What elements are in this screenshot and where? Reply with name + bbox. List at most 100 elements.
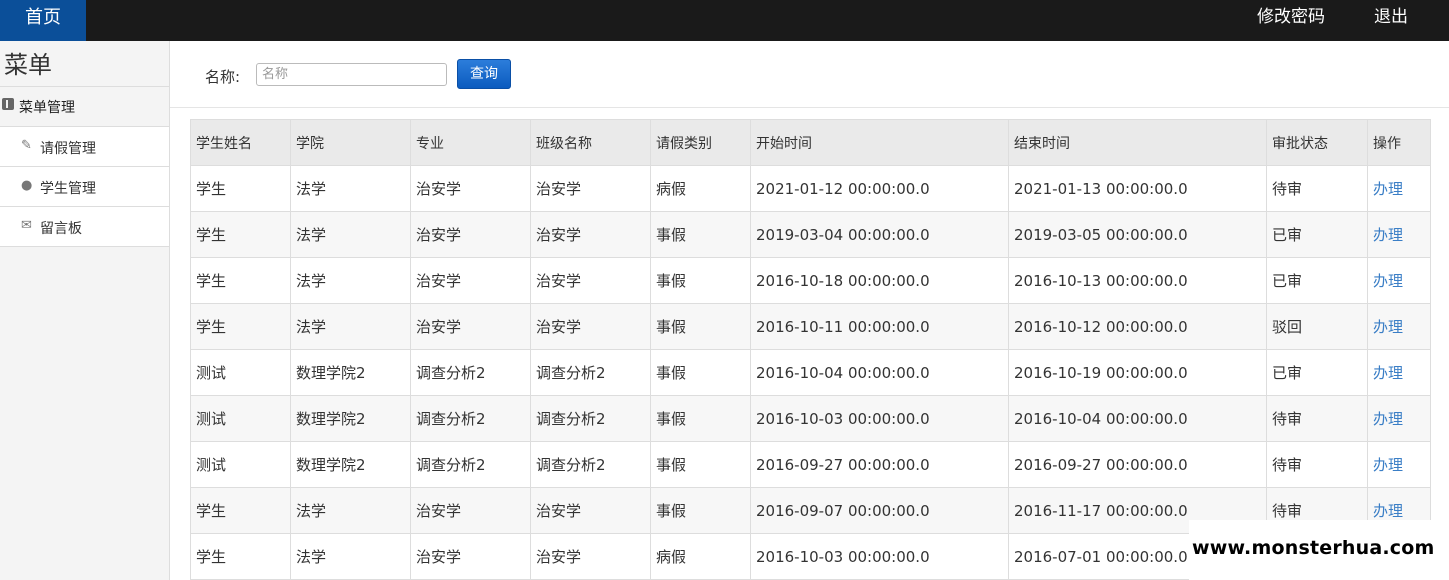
table-cell: 学生	[190, 211, 291, 258]
table-cell: 法学	[290, 165, 411, 212]
envelope-icon: ✉	[21, 218, 32, 233]
table-cell: 已审	[1266, 257, 1368, 304]
table-cell: 治安学	[410, 533, 531, 580]
table-cell: 数理学院2	[290, 441, 411, 488]
table-cell: 事假	[650, 349, 751, 396]
table-cell: 调查分析2	[530, 441, 651, 488]
table-cell: 病假	[650, 533, 751, 580]
table-cell: 调查分析2	[410, 441, 531, 488]
table-cell: 驳回	[1266, 303, 1368, 350]
table-cell: 调查分析2	[410, 395, 531, 442]
column-header[interactable]: 班级名称	[530, 119, 651, 166]
column-header[interactable]: 开始时间	[750, 119, 1009, 166]
sidebar-item-leave-management[interactable]: ✎ 请假管理	[0, 127, 169, 167]
table-cell: 已审	[1266, 349, 1368, 396]
sidebar-item-label: 请假管理	[40, 141, 96, 157]
column-header[interactable]: 结束时间	[1008, 119, 1267, 166]
column-header[interactable]: 学生姓名	[190, 119, 291, 166]
table-cell: 治安学	[410, 211, 531, 258]
menu-group-header[interactable]: 菜单管理	[0, 87, 169, 127]
search-input[interactable]	[256, 63, 447, 86]
sidebar-title: 菜单	[4, 51, 52, 79]
table-cell: 2016-10-19 00:00:00.0	[1008, 349, 1267, 396]
table-cell: 测试	[190, 349, 291, 396]
table-cell: 治安学	[410, 303, 531, 350]
table-cell: 学生	[190, 303, 291, 350]
table-cell: 调查分析2	[410, 349, 531, 396]
table-cell: 事假	[650, 487, 751, 534]
table-cell: 数理学院2	[290, 395, 411, 442]
column-header[interactable]: 学院	[290, 119, 411, 166]
table-cell: 事假	[650, 211, 751, 258]
table-cell: 法学	[290, 211, 411, 258]
table-cell: 事假	[650, 395, 751, 442]
table-row: 测试 数理学院2 调查分析2 调查分析2 事假 2016-10-03 00:00:00.0…	[190, 395, 1431, 442]
table-cell: 法学	[290, 533, 411, 580]
home-tab[interactable]: 首页	[0, 0, 86, 41]
action-link[interactable]: 办理	[1367, 211, 1431, 258]
action-link[interactable]: 办理	[1367, 349, 1431, 396]
table-cell: 学生	[190, 487, 291, 534]
table-cell: 测试	[190, 441, 291, 488]
action-link[interactable]: 办理	[1367, 303, 1431, 350]
sidebar-item-student-management[interactable]: ● 学生管理	[0, 167, 169, 207]
divider	[170, 107, 1449, 108]
table-cell: 学生	[190, 257, 291, 304]
table-header-row: 学生姓名 学院 专业 班级名称 请假类别 开始时间 结束时间 审批状态 操作	[190, 119, 1431, 166]
table-row: 测试 数理学院2 调查分析2 调查分析2 事假 2016-10-04 00:00:00.0…	[190, 349, 1431, 396]
table-cell: 2016-10-13 00:00:00.0	[1008, 257, 1267, 304]
table-cell: 2016-10-03 00:00:00.0	[750, 395, 1009, 442]
sidebar-item-message-board[interactable]: ✉ 留言板	[0, 207, 169, 247]
table-cell: 待审	[1266, 395, 1368, 442]
column-header[interactable]: 操作	[1367, 119, 1431, 166]
table-cell: 2019-03-04 00:00:00.0	[750, 211, 1009, 258]
table-cell: 已审	[1266, 211, 1368, 258]
table-cell: 2016-09-07 00:00:00.0	[750, 487, 1009, 534]
wrench-icon: ✎	[21, 138, 32, 153]
table-row: 测试 数理学院2 调查分析2 调查分析2 事假 2016-09-27 00:00:00.0…	[190, 441, 1431, 488]
table-cell: 待审	[1266, 441, 1368, 488]
table-cell: 治安学	[410, 487, 531, 534]
table-cell: 数理学院2	[290, 349, 411, 396]
watermark-text: www.monsterhua.com	[1192, 537, 1435, 559]
table-cell: 2016-10-04 00:00:00.0	[750, 349, 1009, 396]
table-cell: 2016-10-04 00:00:00.0	[1008, 395, 1267, 442]
folder-icon	[2, 98, 14, 110]
watermark: www.monsterhua.com	[1189, 520, 1449, 580]
action-link[interactable]: 办理	[1367, 165, 1431, 212]
action-link[interactable]: 办理	[1367, 441, 1431, 488]
table-cell: 调查分析2	[530, 395, 651, 442]
table-cell: 调查分析2	[530, 349, 651, 396]
top-navbar: 首页 修改密码 退出	[0, 0, 1449, 41]
table-cell: 2019-03-05 00:00:00.0	[1008, 211, 1267, 258]
table-cell: 治安学	[530, 257, 651, 304]
column-header[interactable]: 专业	[410, 119, 531, 166]
table-cell: 治安学	[410, 257, 531, 304]
table-cell: 治安学	[530, 211, 651, 258]
table-cell: 治安学	[530, 303, 651, 350]
change-password-link[interactable]: 修改密码	[1257, 0, 1325, 36]
search-button[interactable]: 查询	[457, 59, 511, 89]
action-link[interactable]: 办理	[1367, 395, 1431, 442]
search-label: 名称:	[205, 68, 241, 86]
table-cell: 2021-01-13 00:00:00.0	[1008, 165, 1267, 212]
column-header[interactable]: 请假类别	[650, 119, 751, 166]
table-cell: 事假	[650, 257, 751, 304]
sidebar: 菜单 菜单管理 ✎ 请假管理 ● 学生管理 ✉ 留言板	[0, 41, 170, 580]
table-cell: 2016-10-18 00:00:00.0	[750, 257, 1009, 304]
table-row: 学生 法学 治安学 治安学 事假 2019-03-04 00:00:00.0 2019-03…	[190, 211, 1431, 258]
column-header[interactable]: 审批状态	[1266, 119, 1368, 166]
table-cell: 2016-09-27 00:00:00.0	[750, 441, 1009, 488]
logout-link[interactable]: 退出	[1374, 0, 1408, 36]
table-cell: 治安学	[530, 487, 651, 534]
table-cell: 事假	[650, 441, 751, 488]
table-cell: 2016-09-27 00:00:00.0	[1008, 441, 1267, 488]
sidebar-item-label: 学生管理	[40, 181, 96, 197]
menu-group-label: 菜单管理	[19, 100, 75, 116]
table-cell: 2021-01-12 00:00:00.0	[750, 165, 1009, 212]
table-row: 学生 法学 治安学 治安学 病假 2021-01-12 00:00:00.0 2021-01…	[190, 165, 1431, 212]
action-link[interactable]: 办理	[1367, 257, 1431, 304]
table-cell: 学生	[190, 165, 291, 212]
table-row: 学生 法学 治安学 治安学 事假 2016-10-18 00:00:00.0 2016-10…	[190, 257, 1431, 304]
table-cell: 2016-10-11 00:00:00.0	[750, 303, 1009, 350]
